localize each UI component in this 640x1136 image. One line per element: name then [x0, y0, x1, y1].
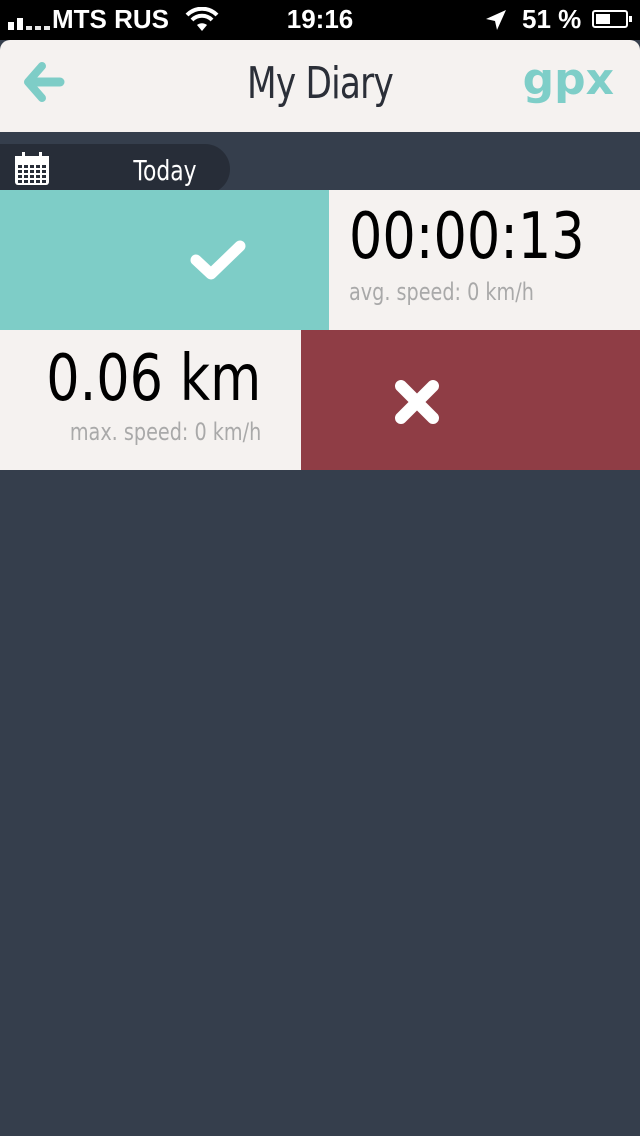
date-label: Today	[133, 154, 197, 187]
location-arrow-icon	[484, 8, 508, 39]
track-row-distance: 0.06 km max. speed: 0 km/h	[0, 330, 640, 470]
distance-value: 0.06 km	[45, 342, 261, 416]
battery-icon	[592, 10, 632, 28]
track-row-duration: 00:00:13 avg. speed: 0 km/h	[0, 190, 640, 330]
checkmark-icon	[190, 238, 246, 287]
gpx-export-button[interactable]: gpx	[523, 54, 614, 105]
avg-speed-label: avg. speed: 0 km/h	[349, 278, 534, 306]
duration-tile: 00:00:13 avg. speed: 0 km/h	[329, 190, 640, 330]
distance-tile: 0.06 km max. speed: 0 km/h	[0, 330, 301, 470]
back-arrow-icon[interactable]	[22, 60, 66, 104]
battery-level	[596, 14, 610, 24]
calendar-icon	[14, 152, 50, 191]
max-speed-label: max. speed: 0 km/h	[69, 418, 261, 446]
cross-icon	[393, 378, 441, 431]
accept-button[interactable]	[0, 190, 329, 330]
battery-percent: 51 %	[522, 4, 582, 34]
date-selector[interactable]: Today	[0, 144, 230, 194]
navigation-bar: My Diary gpx	[0, 40, 640, 132]
reject-button[interactable]	[301, 330, 640, 470]
duration-value: 00:00:13	[349, 200, 585, 274]
status-bar: MTS RUS 19:16 51 %	[0, 0, 640, 40]
page-title: My Diary	[246, 58, 394, 109]
